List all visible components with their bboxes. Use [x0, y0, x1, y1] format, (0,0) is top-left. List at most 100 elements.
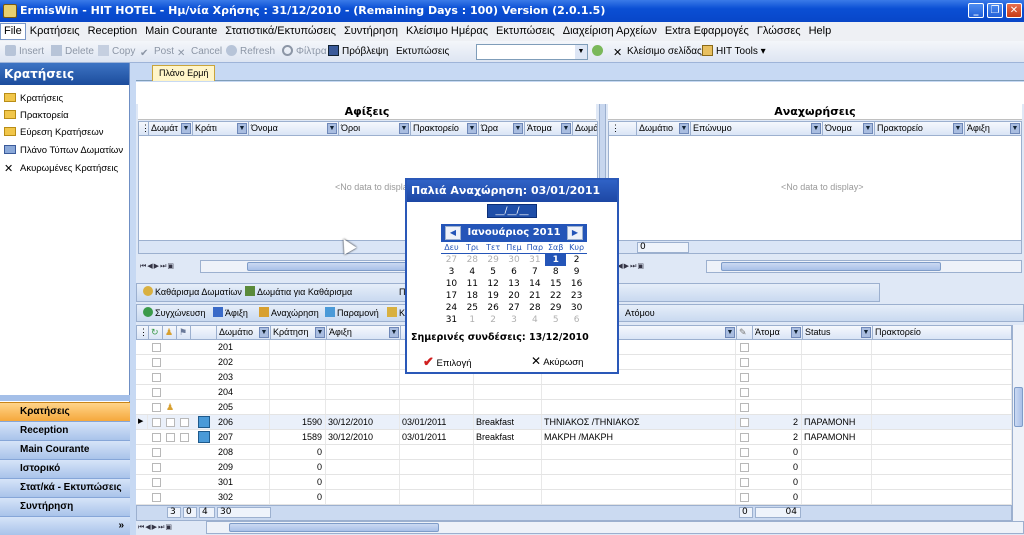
- calendar-day[interactable]: 13: [504, 278, 525, 290]
- drag-handle-icon[interactable]: ⋮: [137, 326, 149, 339]
- calendar-day[interactable]: 3: [441, 266, 462, 278]
- calendar-day[interactable]: 24: [441, 302, 462, 314]
- chevron-down-icon[interactable]: ▼: [389, 327, 399, 338]
- calendar-day[interactable]: 19: [483, 290, 504, 302]
- stay-button[interactable]: Παραμονή: [325, 305, 379, 321]
- row-checkbox[interactable]: [740, 448, 749, 457]
- nav-statistics[interactable]: Στατ/κά - Εκτυπώσεις: [0, 478, 130, 497]
- nav-more-button[interactable]: »: [0, 516, 130, 535]
- menu-bookings[interactable]: Κρατήσεις: [26, 22, 84, 41]
- minimize-button[interactable]: _: [968, 3, 984, 18]
- sidebar-item-agencies[interactable]: Πρακτορεία: [4, 108, 69, 123]
- calendar-day[interactable]: 29: [545, 302, 566, 314]
- calendar-day[interactable]: 5: [545, 314, 566, 326]
- calendar-day[interactable]: 18: [462, 290, 483, 302]
- close-button[interactable]: ✕: [1006, 3, 1022, 18]
- menu-day-close[interactable]: Κλείσιμο Ημέρας: [402, 22, 492, 41]
- row-checkbox[interactable]: [152, 433, 161, 442]
- calendar-day[interactable]: 6: [504, 266, 525, 278]
- calendar-day[interactable]: 30: [566, 302, 587, 314]
- scroll-thumb[interactable]: [229, 523, 439, 532]
- col-flag[interactable]: ⚑: [177, 326, 191, 339]
- clean-rooms-button[interactable]: Καθάρισμα Δωματίων: [143, 284, 242, 301]
- calendar-day[interactable]: 1: [462, 314, 483, 326]
- cancel-button[interactable]: ✕ Cancel: [177, 41, 222, 63]
- col-arrival-room[interactable]: Δωμάτ ▼: [149, 122, 193, 135]
- departures-hscroll[interactable]: [706, 260, 1022, 273]
- col-room[interactable]: Δωμάτιο ▼: [217, 326, 271, 339]
- chevron-down-icon[interactable]: ▼: [561, 123, 571, 134]
- maximize-button[interactable]: ❐: [987, 3, 1003, 18]
- select-button[interactable]: ✔ Επιλογή: [423, 354, 471, 370]
- table-row[interactable]: 208 0 0: [136, 445, 1012, 460]
- forecast-button[interactable]: Πρόβλεψη: [328, 41, 388, 63]
- calendar-day[interactable]: 14: [524, 278, 545, 290]
- chevron-down-icon[interactable]: ▼: [327, 123, 337, 134]
- delete-button[interactable]: Delete: [51, 41, 94, 63]
- chevron-down-icon[interactable]: ▼: [513, 123, 523, 134]
- table-row[interactable]: ▶ 206 1590 30/12/2010 03/01/2011 Breakfast ΤΗΝ…: [136, 415, 1012, 430]
- drag-handle-icon[interactable]: ⋮: [139, 122, 150, 135]
- table-row[interactable]: 302 0 0: [136, 490, 1012, 505]
- arrivals-record-nav[interactable]: ⏮◀▶⏭▣: [140, 260, 200, 273]
- copy-button[interactable]: Copy: [98, 41, 135, 63]
- col-arrival[interactable]: Άφιξη ▼: [327, 326, 401, 339]
- calendar-day[interactable]: 12: [483, 278, 504, 290]
- col-refresh[interactable]: ↻: [149, 326, 163, 339]
- persons-button[interactable]: Ατόμου: [625, 305, 655, 321]
- col-departure-arrival[interactable]: Άφιξη ▼: [965, 122, 1021, 135]
- chevron-down-icon[interactable]: ▼: [467, 123, 477, 134]
- cancel-dialog-button[interactable]: ✕ Ακύρωση: [531, 354, 583, 368]
- calendar-day[interactable]: 22: [545, 290, 566, 302]
- chevron-down-icon[interactable]: ▼: [953, 123, 963, 134]
- calendar-day[interactable]: 15: [545, 278, 566, 290]
- row-checkbox[interactable]: [152, 403, 161, 412]
- chevron-down-icon[interactable]: ▼: [791, 327, 801, 338]
- row-checkbox[interactable]: [740, 358, 749, 367]
- row-checkbox[interactable]: [152, 418, 161, 427]
- sidebar-item-find-bookings[interactable]: Εύρεση Κρατήσεων: [4, 125, 104, 140]
- chevron-down-icon[interactable]: ▼: [237, 123, 247, 134]
- chevron-down-icon[interactable]: ▼: [861, 327, 871, 338]
- menu-prints[interactable]: Εκτυπώσεις: [492, 22, 559, 41]
- col-status[interactable]: Status ▼: [803, 326, 873, 339]
- calendar-day[interactable]: 4: [524, 314, 545, 326]
- col-arrival-booking[interactable]: Κράτι ▼: [193, 122, 249, 135]
- calendar-day[interactable]: 16: [566, 278, 587, 290]
- row-checkbox[interactable]: [740, 478, 749, 487]
- date-input[interactable]: __/__/__: [487, 204, 537, 218]
- calendar-day[interactable]: 23: [566, 290, 587, 302]
- row-checkbox[interactable]: [740, 493, 749, 502]
- row-checkbox[interactable]: [740, 373, 749, 382]
- row-checkbox[interactable]: [180, 418, 189, 427]
- col-arrival-agency[interactable]: Πρακτορείο ▼: [411, 122, 479, 135]
- nav-history[interactable]: Ιστορικό: [0, 459, 130, 478]
- rooms-vscroll[interactable]: [1012, 325, 1024, 521]
- nav-reception[interactable]: Reception: [0, 421, 130, 440]
- row-checkbox[interactable]: [152, 448, 161, 457]
- row-checkbox[interactable]: [740, 388, 749, 397]
- calendar-day[interactable]: 21: [524, 290, 545, 302]
- calendar-day[interactable]: 10: [441, 278, 462, 290]
- table-row[interactable]: 301 0 0: [136, 475, 1012, 490]
- row-checkbox[interactable]: [152, 478, 161, 487]
- row-checkbox[interactable]: [152, 388, 161, 397]
- col-person[interactable]: ♟: [163, 326, 177, 339]
- calendar-day[interactable]: 27: [441, 254, 462, 266]
- calendar-day[interactable]: 28: [524, 302, 545, 314]
- calendar-day[interactable]: 25: [462, 302, 483, 314]
- calendar-day[interactable]: 26: [483, 302, 504, 314]
- menu-file-management[interactable]: Διαχείριση Αρχείων: [559, 22, 661, 41]
- row-checkbox[interactable]: [740, 418, 749, 427]
- scroll-thumb[interactable]: [1014, 387, 1023, 427]
- col-agency[interactable]: Πρακτορείο: [873, 326, 1011, 339]
- next-month-button[interactable]: ▶: [567, 226, 583, 240]
- sidebar-item-cancelled-bookings[interactable]: ✕ Ακυρωμένες Κρατήσεις: [4, 161, 118, 176]
- col-departure-room[interactable]: Δωμάτιο ▼: [637, 122, 691, 135]
- calendar-day[interactable]: 3: [504, 314, 525, 326]
- sidebar-item-bookings[interactable]: Κρατήσεις: [4, 91, 63, 106]
- calendar-day[interactable]: 11: [462, 278, 483, 290]
- scroll-thumb[interactable]: [721, 262, 941, 271]
- row-checkbox[interactable]: [152, 373, 161, 382]
- chevron-down-icon[interactable]: ▼: [1010, 123, 1020, 134]
